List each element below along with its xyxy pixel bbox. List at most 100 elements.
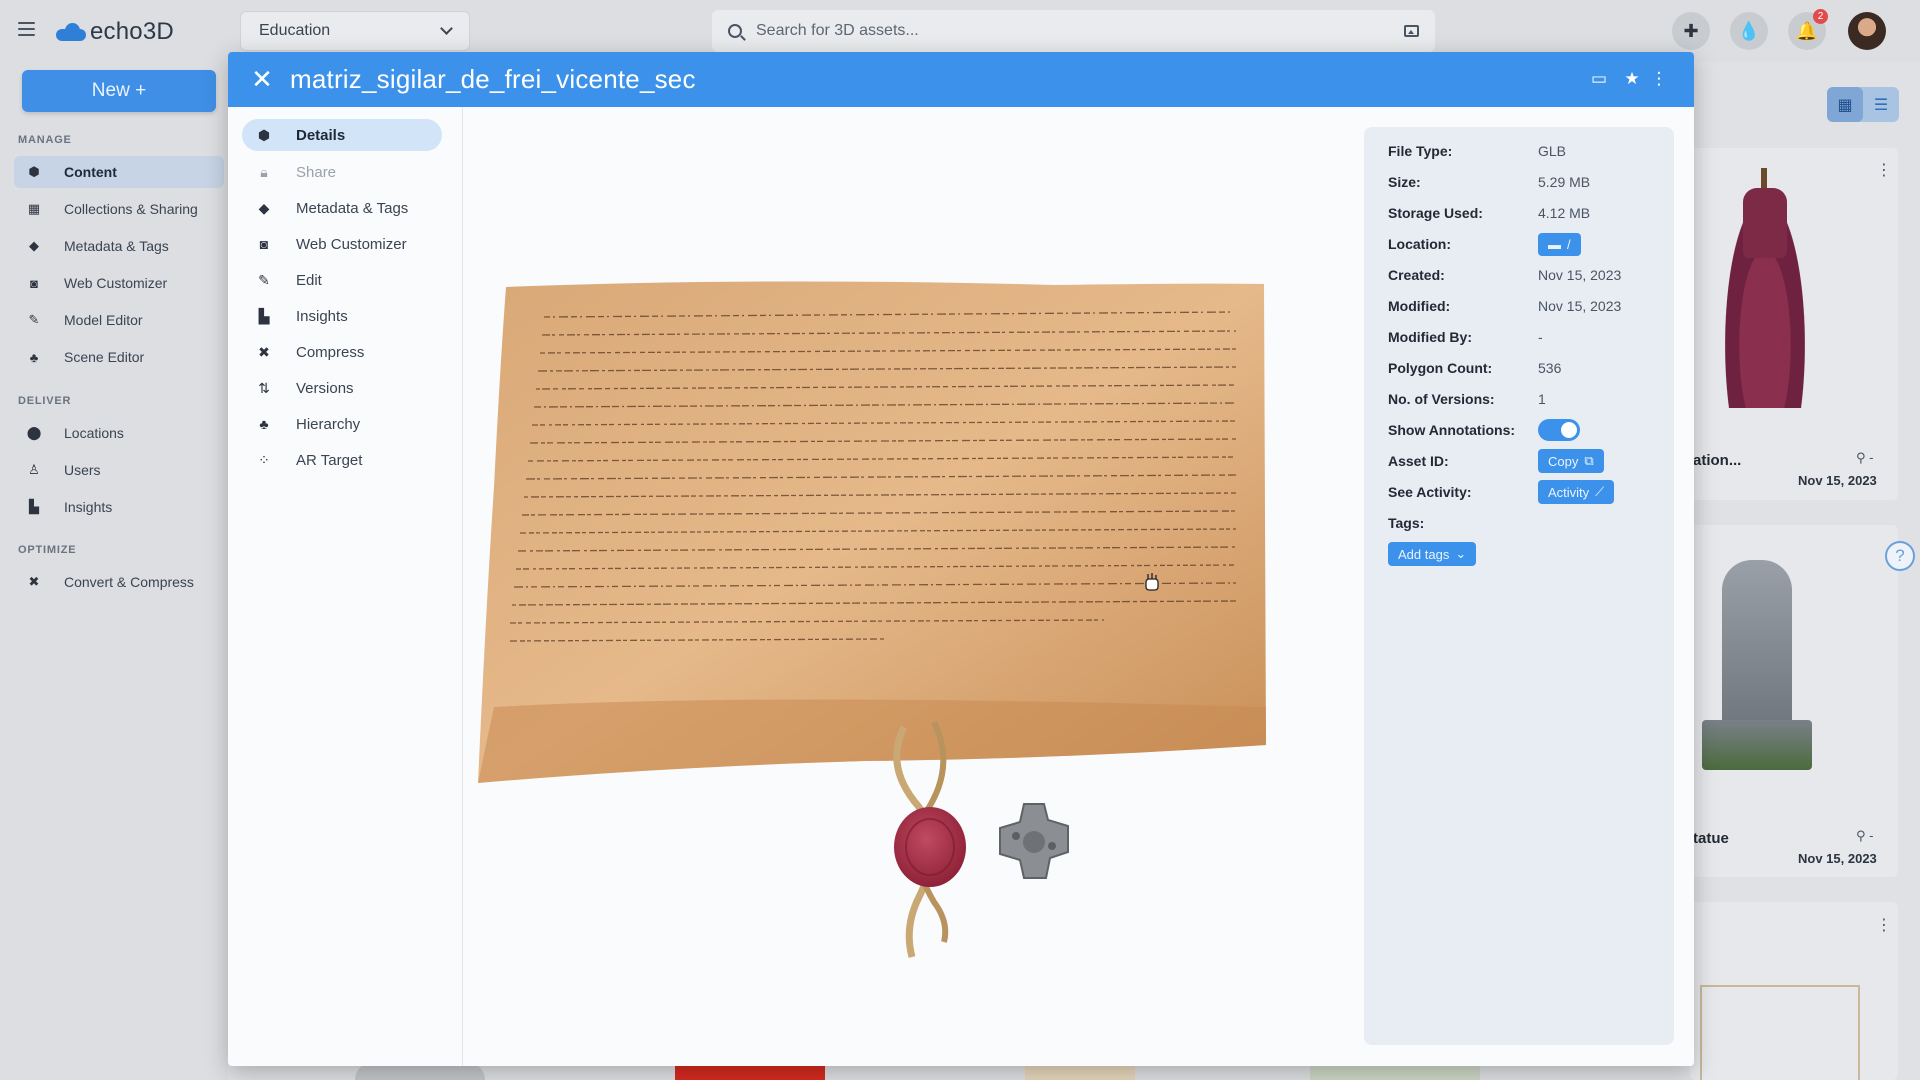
hierarchy-icon: ♣: [259, 416, 269, 432]
nav-label: Compress: [296, 343, 365, 361]
dress-model-thumbnail: [1705, 168, 1825, 408]
tab-insights[interactable]: ▙ Insights: [242, 300, 442, 332]
activity-button[interactable]: Activity ⟋: [1538, 480, 1615, 504]
sidebar-item-model-editor[interactable]: ✎ Model Editor: [14, 304, 224, 336]
tab-metadata-tags[interactable]: ◆ Metadata & Tags: [242, 192, 442, 224]
nav-label: Versions: [296, 379, 354, 397]
star-icon[interactable]: ★: [1621, 68, 1643, 90]
close-icon[interactable]: ✕: [248, 65, 276, 93]
help-icon[interactable]: ?: [1885, 541, 1915, 571]
grid-view-icon[interactable]: ▦: [1827, 87, 1863, 122]
3d-viewer[interactable]: [464, 107, 1364, 1066]
sidebar-item-label: Content: [64, 164, 117, 180]
detail-label: Size:: [1388, 174, 1421, 190]
avatar[interactable]: [1848, 12, 1886, 50]
chart-icon: ▙: [258, 307, 270, 324]
sidebar-item-convert-compress[interactable]: ✖ Convert & Compress: [14, 566, 224, 598]
location-value: /: [1567, 236, 1571, 252]
nav-label: Insights: [296, 307, 348, 325]
card-date: Nov 15, 2023: [1798, 473, 1877, 488]
image-search-icon[interactable]: [1404, 25, 1419, 37]
list-view-icon[interactable]: ☰: [1863, 87, 1899, 122]
button-label: Activity: [1548, 484, 1590, 500]
detail-value: Nov 15, 2023: [1538, 298, 1622, 314]
add-tags-button[interactable]: Add tags ⌄: [1388, 542, 1477, 566]
more-vertical-icon[interactable]: ⋮: [1876, 915, 1892, 935]
sidebar-item-users[interactable]: ♙ Users: [14, 454, 224, 486]
sidebar-item-collections[interactable]: ▦ Collections & Sharing: [14, 193, 224, 225]
user-count-icon: ⚲ -: [1856, 450, 1874, 465]
tab-edit[interactable]: ✎ Edit: [242, 264, 442, 296]
tab-web-customizer[interactable]: ◙ Web Customizer: [242, 228, 442, 260]
location-button[interactable]: ▬ /: [1538, 232, 1581, 256]
versions-icon: ⇅: [258, 379, 270, 396]
sidebar-item-metadata[interactable]: ◆ Metadata & Tags: [14, 230, 224, 262]
puzzle-icon[interactable]: ✚: [1672, 12, 1710, 50]
annotations-toggle[interactable]: [1538, 419, 1580, 441]
sidebar-item-scene-editor[interactable]: ♣ Scene Editor: [14, 341, 224, 373]
sidebar-item-insights[interactable]: ▙ Insights: [14, 491, 224, 523]
more-vertical-icon[interactable]: ⋮: [1876, 160, 1892, 180]
detail-label: Polygon Count:: [1388, 360, 1493, 376]
search-icon: [728, 24, 742, 38]
tab-versions[interactable]: ⇅ Versions: [242, 372, 442, 404]
nav-label: Edit: [296, 271, 322, 289]
cloud-logo-icon: [56, 23, 86, 41]
bell-icon[interactable]: 🔔 2: [1788, 9, 1828, 50]
comment-icon[interactable]: ▭: [1588, 68, 1610, 90]
detail-label: File Type:: [1388, 143, 1453, 159]
button-label: Add tags: [1398, 546, 1450, 562]
detail-versions: No. of Versions: 1: [1388, 388, 1668, 410]
search-input[interactable]: Search for 3D assets...: [756, 22, 919, 40]
details-panel: File Type: GLB Size: 5.29 MB Storage Used:…: [1364, 127, 1674, 1045]
tab-hierarchy[interactable]: ♣ Hierarchy: [242, 408, 442, 440]
more-vertical-icon[interactable]: ⋮: [1648, 68, 1670, 90]
tab-share[interactable]: 🔒︎ Share: [242, 156, 442, 188]
notification-badge: 2: [1813, 9, 1828, 24]
tab-compress[interactable]: ✖ Compress: [242, 336, 442, 368]
menu-icon[interactable]: [18, 22, 35, 36]
detail-label: Modified:: [1388, 298, 1451, 314]
sidebar-item-label: Scene Editor: [64, 349, 145, 365]
copy-asset-id-button[interactable]: Copy ⧉: [1538, 449, 1604, 473]
compress-icon: ✖: [258, 343, 270, 360]
droplet-icon[interactable]: 💧: [1730, 12, 1768, 50]
tag-icon: ◆: [29, 238, 39, 253]
chart-icon: ⟋: [1595, 484, 1605, 499]
workspace-select[interactable]: Education: [240, 11, 470, 51]
app-logo[interactable]: echo3D: [56, 18, 174, 46]
nav-label: Web Customizer: [296, 235, 407, 253]
card-date: Nov 15, 2023: [1798, 851, 1877, 866]
view-toggle: ▦ ☰: [1827, 87, 1899, 122]
sidebar-item-label: Web Customizer: [64, 275, 168, 291]
pencil-icon: ✎: [258, 271, 270, 288]
metal-seal-matrix: [999, 803, 1069, 879]
new-button[interactable]: New +: [22, 70, 216, 112]
card-count: -: [1869, 828, 1874, 843]
search-bar[interactable]: Search for 3D assets...: [712, 10, 1435, 52]
folder-icon: ▬: [1548, 236, 1561, 252]
card-title: ation...: [1693, 452, 1742, 469]
copy-icon: ⧉: [1584, 453, 1594, 468]
nav-label: Metadata & Tags: [296, 199, 409, 217]
detail-location: Location: ▬ /: [1388, 232, 1668, 256]
tab-details[interactable]: ⬢ Details: [242, 119, 442, 151]
card-count: -: [1869, 450, 1874, 465]
detail-polygon-count: Polygon Count: 536: [1388, 357, 1668, 379]
modal-nav: ⬢ Details 🔒︎ Share ◆ Metadata & Tags ◙ Web C…: [228, 107, 463, 1066]
tab-ar-target[interactable]: ⁘ AR Target: [242, 444, 442, 476]
modal-title: matriz_sigilar_de_frei_vicente_sec: [290, 64, 696, 94]
detail-label: No. of Versions:: [1388, 391, 1495, 407]
cube-icon: ⬢: [28, 164, 40, 179]
detail-show-annotations: Show Annotations:: [1388, 419, 1668, 441]
document-3d-model[interactable]: [464, 107, 1364, 1066]
detail-created: Created: Nov 15, 2023: [1388, 264, 1668, 286]
chart-icon: ▙: [29, 499, 39, 514]
frame-model-thumbnail: [1700, 985, 1860, 1080]
detail-value: 536: [1538, 360, 1562, 376]
sidebar-item-locations[interactable]: ⬤ Locations: [14, 417, 224, 449]
sidebar-item-web-customizer[interactable]: ◙ Web Customizer: [14, 267, 224, 299]
card-title: tatue: [1693, 830, 1729, 847]
asset-detail-modal: ✕ matriz_sigilar_de_frei_vicente_sec ▭ ★…: [228, 52, 1694, 1066]
sidebar-item-content[interactable]: ⬢ Content: [14, 156, 224, 188]
